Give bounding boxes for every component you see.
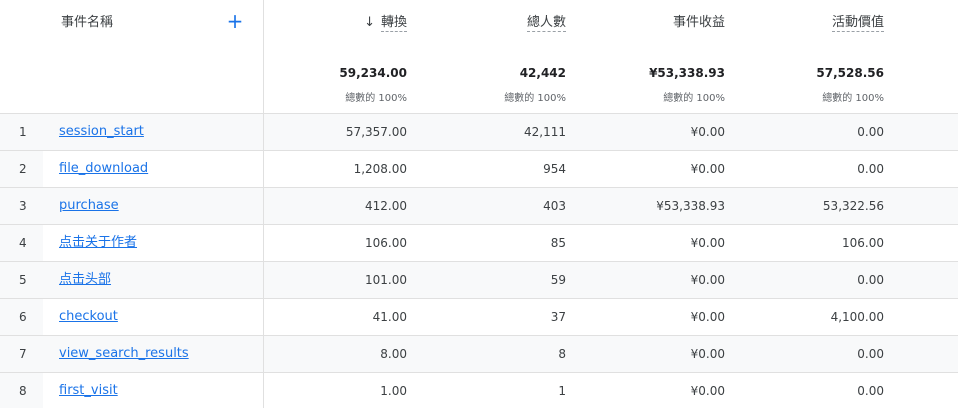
event-name-link[interactable]: checkout (59, 299, 118, 335)
campaign-value-cell: 4,100.00 (830, 310, 884, 324)
plus-icon: + (226, 9, 244, 33)
arrow-down-icon: ↓ (364, 15, 375, 30)
pct-value: 總數的 100% (822, 93, 884, 104)
conversions-header[interactable]: ↓ 轉換 (364, 12, 407, 36)
event-revenue-cell: ¥0.00 (690, 384, 725, 398)
event-revenue-cell: ¥0.00 (690, 236, 725, 250)
row-index: 5 (19, 273, 27, 287)
event-name-link[interactable]: 点击头部 (59, 262, 111, 298)
row-index: 8 (19, 384, 27, 398)
conversions-cell: 1.00 (380, 384, 407, 398)
total-users-cell: 1 (558, 384, 566, 398)
pct-users: 總數的 100% (504, 93, 566, 104)
event-name-link[interactable]: session_start (59, 114, 144, 150)
event-revenue-cell: ¥0.00 (690, 162, 725, 176)
event-name-link[interactable]: first_visit (59, 373, 118, 408)
total-value: 57,528.56 (816, 66, 884, 80)
table-row: 2 file_download 1,208.00 954 ¥0.00 0.00 (0, 150, 958, 187)
row-index: 3 (19, 199, 27, 213)
event-revenue-cell: ¥0.00 (690, 125, 725, 139)
total-conversions: 59,234.00 (339, 66, 407, 80)
campaign-value-cell: 0.00 (857, 125, 884, 139)
event-revenue-cell: ¥53,338.93 (656, 199, 725, 213)
conversions-cell: 8.00 (380, 347, 407, 361)
total-users-cell: 954 (543, 162, 566, 176)
event-revenue-cell: ¥0.00 (690, 273, 725, 287)
row-index: 4 (19, 236, 27, 250)
total-users-cell: 59 (550, 273, 566, 287)
table-header: 事件名稱 + ↓ 轉換 總人數 事件收益 活動價值 59,234.00 42,44… (0, 0, 958, 113)
conversions-cell: 412.00 (365, 199, 407, 213)
total-users-cell: 403 (543, 199, 566, 213)
pct-conversions: 總數的 100% (345, 93, 407, 104)
conversions-cell: 41.00 (372, 310, 407, 324)
campaign-value-cell: 0.00 (857, 162, 884, 176)
conversions-cell: 106.00 (365, 236, 407, 250)
event-name-link[interactable]: purchase (59, 188, 119, 224)
total-users-cell: 37 (550, 310, 566, 324)
event-revenue-cell: ¥0.00 (690, 347, 725, 361)
event-name-link[interactable]: file_download (59, 151, 148, 187)
total-users-cell: 85 (550, 236, 566, 250)
event-name-link[interactable]: 点击关于作者 (59, 225, 137, 261)
table-row: 5 点击头部 101.00 59 ¥0.00 0.00 (0, 261, 958, 298)
row-index: 6 (19, 310, 27, 324)
pct-revenue: 總數的 100% (663, 93, 725, 104)
column-divider (263, 0, 264, 408)
campaign-value-header[interactable]: 活動價值 (831, 12, 884, 36)
table-row: 1 session_start 57,357.00 42,111 ¥0.00 0.00 (0, 113, 958, 150)
campaign-value-cell: 53,322.56 (822, 199, 884, 213)
row-index: 7 (19, 347, 27, 361)
table-row: 3 purchase 412.00 403 ¥53,338.93 53,322.56 (0, 187, 958, 224)
event-name-header[interactable]: 事件名稱 (61, 12, 113, 36)
table-row: 8 first_visit 1.00 1 ¥0.00 0.00 (0, 372, 958, 408)
total-revenue: ¥53,338.93 (649, 66, 725, 80)
row-index: 1 (19, 125, 27, 139)
total-users-cell: 42,111 (524, 125, 566, 139)
add-dimension-button[interactable]: + (224, 10, 246, 32)
table-row: 6 checkout 41.00 37 ¥0.00 4,100.00 (0, 298, 958, 335)
event-name-link[interactable]: view_search_results (59, 336, 189, 372)
conversions-cell: 101.00 (365, 273, 407, 287)
row-index: 2 (19, 162, 27, 176)
campaign-value-cell: 0.00 (857, 273, 884, 287)
campaign-value-cell: 0.00 (857, 384, 884, 398)
total-users: 42,442 (519, 66, 566, 80)
total-users-header[interactable]: 總人數 (526, 12, 566, 36)
campaign-value-cell: 0.00 (857, 347, 884, 361)
table-row: 4 点击关于作者 106.00 85 ¥0.00 106.00 (0, 224, 958, 261)
table-row: 7 view_search_results 8.00 8 ¥0.00 0.00 (0, 335, 958, 372)
conversions-cell: 1,208.00 (353, 162, 407, 176)
event-revenue-cell: ¥0.00 (690, 310, 725, 324)
conversions-cell: 57,357.00 (345, 125, 407, 139)
campaign-value-cell: 106.00 (842, 236, 884, 250)
total-users-cell: 8 (558, 347, 566, 361)
event-revenue-header[interactable]: 事件收益 (673, 12, 725, 36)
events-table: 事件名稱 + ↓ 轉換 總人數 事件收益 活動價值 59,234.00 42,44… (0, 0, 958, 408)
